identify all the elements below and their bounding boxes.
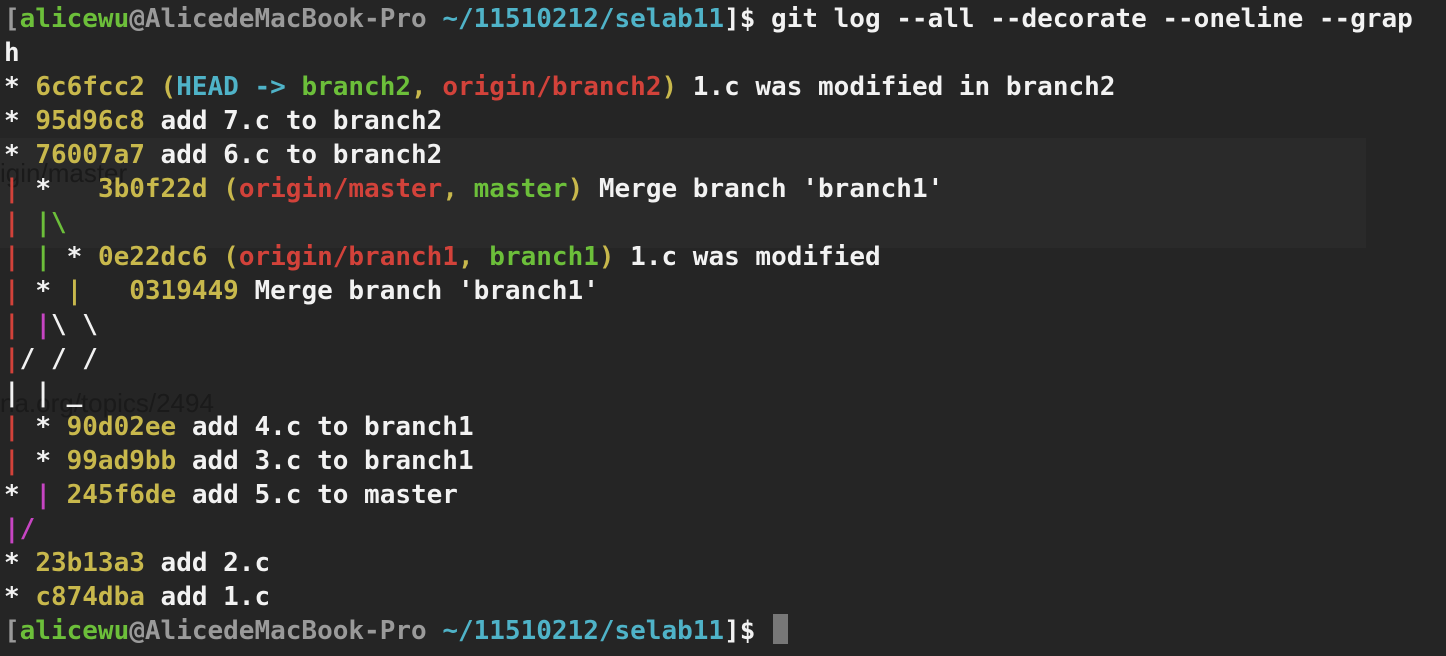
prompt-line: [alicewu@AlicedeMacBook-Pro ~/11510212/s… <box>4 614 1446 648</box>
text-segment: 245f6de <box>66 480 177 510</box>
text-segment: | <box>4 242 36 272</box>
terminal-line: | * 99ad9bb add 3.c to branch1 <box>4 444 1446 478</box>
terminal-line: | * | 0319449 Merge branch 'branch1' <box>4 274 1446 308</box>
text-segment: 1.c was modified in branch2 <box>677 72 1116 102</box>
text-segment: / / / <box>19 344 98 374</box>
text-segment: branch1 <box>489 242 599 272</box>
terminal-line: * c874dba add 1.c <box>4 580 1446 614</box>
text-segment: | <box>4 174 36 204</box>
text-segment: ~/11510212/selab11 <box>442 4 725 34</box>
text-segment: * <box>4 548 36 578</box>
text-segment: master <box>473 174 568 204</box>
text-segment: [ <box>4 616 20 646</box>
text-segment: , <box>457 242 490 272</box>
text-segment: |\ <box>35 208 67 238</box>
text-segment: | <box>35 310 51 340</box>
text-segment: |/ <box>4 514 36 544</box>
text-segment: \ \ <box>50 310 98 340</box>
text-segment: Merge branch 'branch1' <box>583 174 944 204</box>
text-segment: add 5.c to master <box>176 480 458 510</box>
text-segment: branch2 <box>301 72 412 102</box>
text-segment: * <box>35 174 98 204</box>
text-segment: add 7.c to branch2 <box>144 106 443 136</box>
text-segment: | <box>4 276 36 306</box>
text-segment: 90d02ee <box>66 412 177 442</box>
text-segment: ]$ git log --all --decorate --oneline --… <box>724 4 1413 34</box>
text-segment: | <box>4 344 20 374</box>
text-segment: | <box>4 208 36 238</box>
text-segment: * <box>35 412 67 442</box>
text-segment: | <box>4 310 36 340</box>
text-segment: * <box>35 276 67 306</box>
text-segment: | <box>35 480 67 510</box>
text-segment: 0319449 <box>129 276 239 306</box>
text-segment: @AlicedeMacBook-Pro <box>129 616 443 646</box>
terminal-line: |/ <box>4 512 1446 546</box>
text-segment: 3b0f22d <box>97 174 224 204</box>
text-segment: add 4.c to branch1 <box>176 412 474 442</box>
text-segment: * <box>35 446 67 476</box>
text-segment: ]$ <box>724 616 772 646</box>
text-segment: add 1.c <box>144 582 271 612</box>
terminal-line: * | 245f6de add 5.c to master <box>4 478 1446 512</box>
text-segment: ( <box>223 242 239 272</box>
terminal-line: | |\ \ <box>4 308 1446 342</box>
text-segment: Merge branch 'branch1' <box>238 276 599 306</box>
terminal-line: | * 90d02ee add 4.c to branch1 <box>4 410 1446 444</box>
text-segment: 1.c was modified <box>614 242 881 272</box>
terminal-line: * 6c6fcc2 (HEAD -> branch2, origin/branc… <box>4 70 1446 104</box>
text-segment: 6c6fcc2 <box>35 72 161 102</box>
terminal-line: * 23b13a3 add 2.c <box>4 546 1446 580</box>
text-segment: 76007a7 <box>35 140 145 170</box>
terminal-line: | | * 0e22dc6 (origin/branch1, branch1) … <box>4 240 1446 274</box>
terminal-line: |/ / / <box>4 342 1446 376</box>
text-segment: 23b13a3 <box>35 548 145 578</box>
text-segment: h <box>4 38 20 68</box>
text-segment: @AlicedeMacBook-Pro <box>129 4 443 34</box>
text-segment: alicewu <box>19 616 130 646</box>
text-segment: , <box>411 72 443 102</box>
prompt-line: [alicewu@AlicedeMacBook-Pro ~/11510212/s… <box>4 2 1446 36</box>
text-segment: * <box>4 140 36 170</box>
text-segment: add 6.c to branch2 <box>144 140 443 170</box>
text-segment: c874dba <box>35 582 145 612</box>
text-segment: | <box>66 276 130 306</box>
text-segment: ( <box>223 174 239 204</box>
text-segment: * <box>4 582 36 612</box>
text-segment: | <box>4 412 36 442</box>
text-segment: 95d96c8 <box>35 106 145 136</box>
text-segment: ) <box>567 174 584 204</box>
text-segment: * <box>4 72 36 102</box>
text-segment: HEAD -> <box>176 72 302 102</box>
text-segment: | <box>4 446 36 476</box>
text-segment: 0e22dc6 <box>97 242 224 272</box>
text-segment: 99ad9bb <box>66 446 177 476</box>
text-segment: origin/master <box>238 174 443 204</box>
text-segment: add 3.c to branch1 <box>176 446 474 476</box>
text-segment: ) <box>661 72 678 102</box>
text-segment: origin/branch2 <box>442 72 662 102</box>
terminal-line: | * 3b0f22d (origin/master, master) Merg… <box>4 172 1446 206</box>
text-segment: add 2.c <box>144 548 271 578</box>
terminal-output: [alicewu@AlicedeMacBook-Pro ~/11510212/s… <box>4 2 1446 648</box>
text-segment: origin/branch1 <box>238 242 458 272</box>
text-segment: ) <box>598 242 615 272</box>
terminal-window[interactable]: igin/master na.org/topics/2494 [alicewu@… <box>0 0 1446 656</box>
text-segment: ~/11510212/selab11 <box>442 616 725 646</box>
terminal-line: h <box>4 36 1446 70</box>
terminal-line: * 76007a7 add 6.c to branch2 <box>4 138 1446 172</box>
text-segment: | | _ <box>4 378 83 408</box>
text-segment: * <box>4 106 36 136</box>
text-segment: | <box>35 242 67 272</box>
terminal-line: * 95d96c8 add 7.c to branch2 <box>4 104 1446 138</box>
text-segment: alicewu <box>19 4 130 34</box>
terminal-line: | |\ <box>4 206 1446 240</box>
cursor-block[interactable] <box>773 614 789 644</box>
terminal-line: | | _ <box>4 376 1446 410</box>
text-segment: * <box>66 242 98 272</box>
text-segment: , <box>442 174 474 204</box>
text-segment: * <box>4 480 36 510</box>
text-segment: [ <box>4 4 20 34</box>
text-segment: ( <box>160 72 177 102</box>
